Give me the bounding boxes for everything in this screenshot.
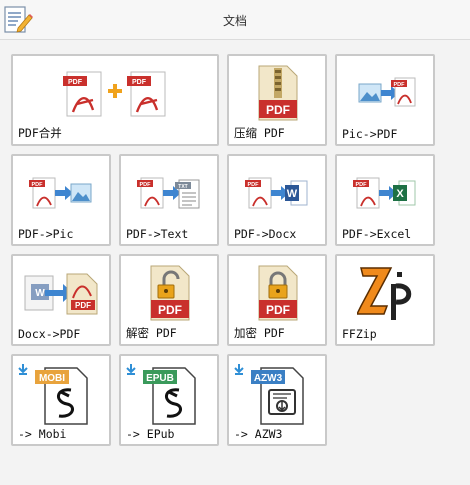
tile-docx-to-pdf[interactable]: W PDF Docx->PDF bbox=[11, 254, 111, 346]
mobi-badge: MOBI bbox=[39, 373, 65, 384]
tile-label: -> Mobi bbox=[18, 427, 67, 441]
svg-text:W: W bbox=[287, 188, 298, 200]
tile-ffzip[interactable]: FFZip bbox=[335, 254, 435, 346]
tile-label: PDF->Pic bbox=[18, 227, 74, 241]
tile-pdf-to-text[interactable]: PDF TXT PDF->Text bbox=[119, 154, 219, 246]
tile-label: PDF->Docx bbox=[234, 227, 297, 241]
tile-label: -> AZW3 bbox=[234, 427, 283, 441]
page-title: 文档 bbox=[222, 14, 247, 28]
tile-encrypt-pdf[interactable]: PDF 加密 PDF bbox=[227, 254, 327, 346]
svg-text:PDF: PDF bbox=[132, 79, 147, 86]
tile-compress-pdf[interactable]: PDF 压缩 PDF bbox=[227, 54, 327, 146]
epub-file-icon: EPUB bbox=[126, 364, 196, 425]
tile-label: PDF->Text bbox=[126, 227, 189, 241]
tile-label: FFZip bbox=[342, 327, 377, 341]
svg-text:PDF: PDF bbox=[140, 182, 152, 188]
docx-to-pdf-icon: W PDF bbox=[24, 273, 98, 315]
svg-text:PDF: PDF bbox=[32, 182, 44, 188]
epub-badge: EPUB bbox=[146, 373, 174, 384]
pdf-to-text-icon: PDF TXT bbox=[137, 177, 200, 209]
pdf-lock-icon: PDF bbox=[258, 265, 298, 321]
pdf-merge-icon: PDF PDF bbox=[63, 71, 166, 117]
svg-text:PDF: PDF bbox=[248, 182, 260, 188]
svg-text:PDF: PDF bbox=[68, 79, 83, 86]
tile-to-epub[interactable]: EPUB -> EPub bbox=[119, 354, 219, 446]
tile-pdf-to-excel[interactable]: PDF X PDF->Excel bbox=[335, 154, 435, 246]
svg-text:PDF: PDF bbox=[394, 82, 406, 88]
tile-pdf-merge[interactable]: PDF PDF PDF合并 bbox=[11, 54, 219, 146]
pdf-compress-icon: PDF bbox=[258, 65, 298, 121]
svg-text:PDF: PDF bbox=[158, 303, 182, 317]
tile-pic-to-pdf[interactable]: PDF Pic->PDF bbox=[335, 54, 435, 146]
tile-label: -> EPub bbox=[126, 427, 175, 441]
azw3-file-icon: AZW3 bbox=[234, 364, 304, 425]
tile-label: 压缩 PDF bbox=[234, 126, 285, 140]
pdf-to-excel-icon: PDF X bbox=[353, 177, 416, 209]
mobi-file-icon: MOBI bbox=[18, 364, 88, 425]
tile-pdf-to-docx[interactable]: PDF W PDF->Docx bbox=[227, 154, 327, 246]
tile-label: Pic->PDF bbox=[342, 127, 398, 141]
pic-to-pdf-icon: PDF bbox=[358, 77, 416, 107]
tile-decrypt-pdf[interactable]: PDF 解密 PDF bbox=[119, 254, 219, 346]
svg-text:PDF: PDF bbox=[266, 103, 290, 117]
tile-label: 解密 PDF bbox=[126, 326, 177, 340]
azw3-badge: AZW3 bbox=[254, 373, 283, 384]
pdf-to-docx-icon: PDF W bbox=[245, 177, 308, 209]
header-bar: 文档 bbox=[0, 0, 470, 40]
ffzip-logo-icon bbox=[357, 267, 412, 320]
svg-text:TXT: TXT bbox=[178, 184, 187, 190]
tile-to-mobi[interactable]: MOBI -> Mobi bbox=[11, 354, 111, 446]
pdf-unlock-icon: PDF bbox=[150, 265, 190, 321]
tile-label: PDF->Excel bbox=[342, 227, 412, 241]
tile-label: PDF合并 bbox=[18, 126, 62, 140]
tile-label: Docx->PDF bbox=[18, 327, 81, 341]
svg-text:PDF: PDF bbox=[356, 182, 368, 188]
svg-text:PDF: PDF bbox=[75, 301, 91, 310]
tile-to-azw3[interactable]: AZW3 -> AZW3 bbox=[227, 354, 327, 446]
pdf-to-pic-icon: PDF bbox=[29, 177, 92, 209]
svg-text:X: X bbox=[396, 188, 404, 200]
svg-text:W: W bbox=[35, 288, 45, 299]
svg-text:PDF: PDF bbox=[266, 303, 290, 317]
tile-label: 加密 PDF bbox=[234, 326, 285, 340]
tile-pdf-to-pic[interactable]: PDF PDF->Pic bbox=[11, 154, 111, 246]
